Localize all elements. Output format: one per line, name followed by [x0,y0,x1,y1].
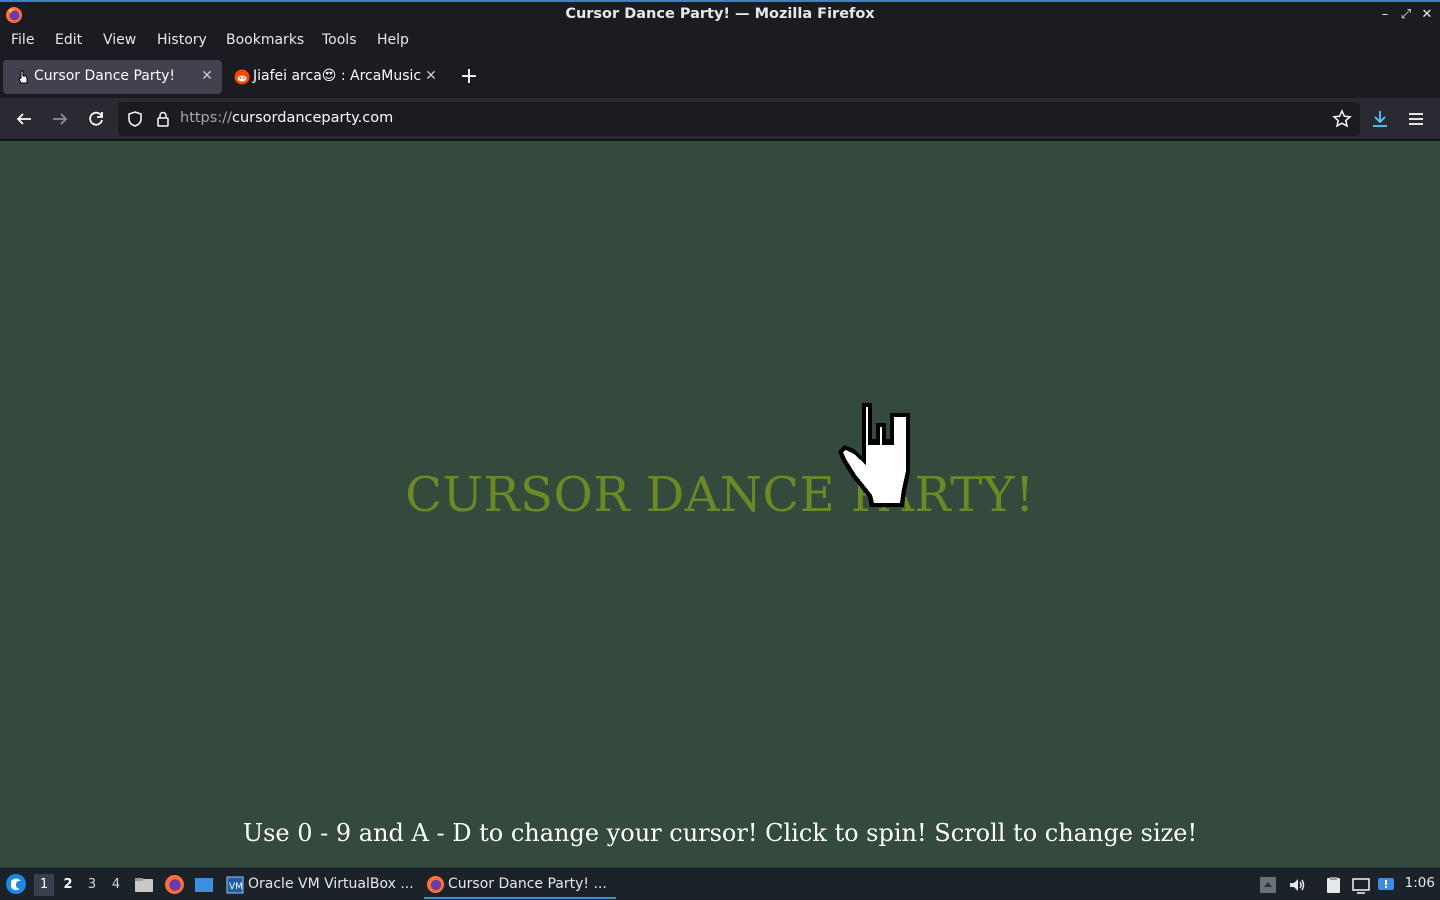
volume-icon[interactable] [1287,875,1307,895]
shield-icon[interactable] [126,110,144,128]
task-firefox[interactable]: Cursor Dance Party! ... [424,871,616,899]
bookmark-star-icon[interactable] [1332,109,1352,129]
virtualbox-icon: VM [226,876,244,894]
workspace-3[interactable]: 3 [82,874,102,896]
lock-icon[interactable] [154,110,172,128]
taskbar: 1 2 3 4 VM Oracle VM VirtualBox ... Curs… [0,867,1440,900]
page-title: CURSOR DANCE PARTY! [405,467,1035,523]
window-titlebar: Cursor Dance Party! — Mozilla Firefox – … [0,0,1440,29]
page-content[interactable]: CURSOR DANCE PARTY! Use 0 - 9 and A - D … [0,141,1440,867]
svg-text:VM: VM [229,882,243,892]
workspace-4[interactable]: 4 [106,874,126,896]
menu-help[interactable]: Help [377,32,409,48]
clipboard-icon[interactable] [1323,875,1343,895]
reload-icon[interactable] [83,106,109,132]
minimize-icon[interactable]: – [1376,5,1394,25]
menu-edit[interactable]: Edit [55,32,82,48]
forward-icon[interactable] [47,106,73,132]
close-window-icon[interactable]: ✕ [1418,5,1436,25]
tab-arcamusic[interactable]: Jiafei arca😍 : ArcaMusic ✕ [222,60,446,94]
firefox-icon [426,875,445,894]
start-menu-icon[interactable] [5,873,27,895]
tab-label: Cursor Dance Party! [34,68,175,84]
url-bar[interactable]: https://cursordanceparty.com [118,102,1360,136]
navigation-toolbar: https://cursordanceparty.com [0,98,1440,140]
menu-file[interactable]: File [11,32,34,48]
task-virtualbox[interactable]: VM Oracle VM VirtualBox ... [224,871,418,899]
menu-view[interactable]: View [103,32,136,48]
url-scheme: https:// [180,110,232,126]
task-label: Oracle VM VirtualBox ... [248,876,414,892]
hamburger-menu-icon[interactable] [1403,106,1429,132]
rock-hand-cursor-icon [838,403,910,507]
back-icon[interactable] [11,106,37,132]
clock: 1:06 [1404,875,1435,891]
tab-cursor-dance-party[interactable]: Cursor Dance Party! ✕ [3,60,222,94]
url-host: cursordanceparty.com [231,110,394,126]
file-manager-icon[interactable] [134,875,154,895]
pointer-cursor-icon [18,70,28,84]
workspace-1[interactable]: 1 [34,874,54,896]
window-title: Cursor Dance Party! — Mozilla Firefox [565,6,875,22]
firefox-launcher-icon[interactable] [164,874,185,895]
maximize-icon[interactable]: ⤢ [1397,5,1415,25]
desktop-icon[interactable] [194,875,214,895]
tray-up-arrow-icon[interactable] [1258,875,1278,895]
url-text[interactable]: https://cursordanceparty.com [180,110,393,126]
tab-close-icon[interactable]: ✕ [198,67,216,85]
menu-bar: File Edit View History Bookmarks Tools H… [0,29,1440,54]
instructions-text: Use 0 - 9 and A - D to change your curso… [242,819,1198,847]
network-icon[interactable] [1351,875,1371,895]
reddit-icon [234,69,250,85]
menu-history[interactable]: History [157,32,207,48]
downloads-icon[interactable] [1367,106,1393,132]
notification-icon[interactable] [1376,875,1396,895]
workspace-2[interactable]: 2 [58,874,78,896]
tab-label: Jiafei arca😍 : ArcaMusic [253,68,422,84]
menu-tools[interactable]: Tools [322,32,357,48]
tab-strip: Cursor Dance Party! ✕ Jiafei arca😍 : Arc… [0,56,1440,98]
task-label: Cursor Dance Party! ... [448,876,607,892]
tab-close-icon[interactable]: ✕ [422,67,440,85]
menu-bookmarks[interactable]: Bookmarks [226,32,304,48]
new-tab-button[interactable]: + [458,64,480,90]
